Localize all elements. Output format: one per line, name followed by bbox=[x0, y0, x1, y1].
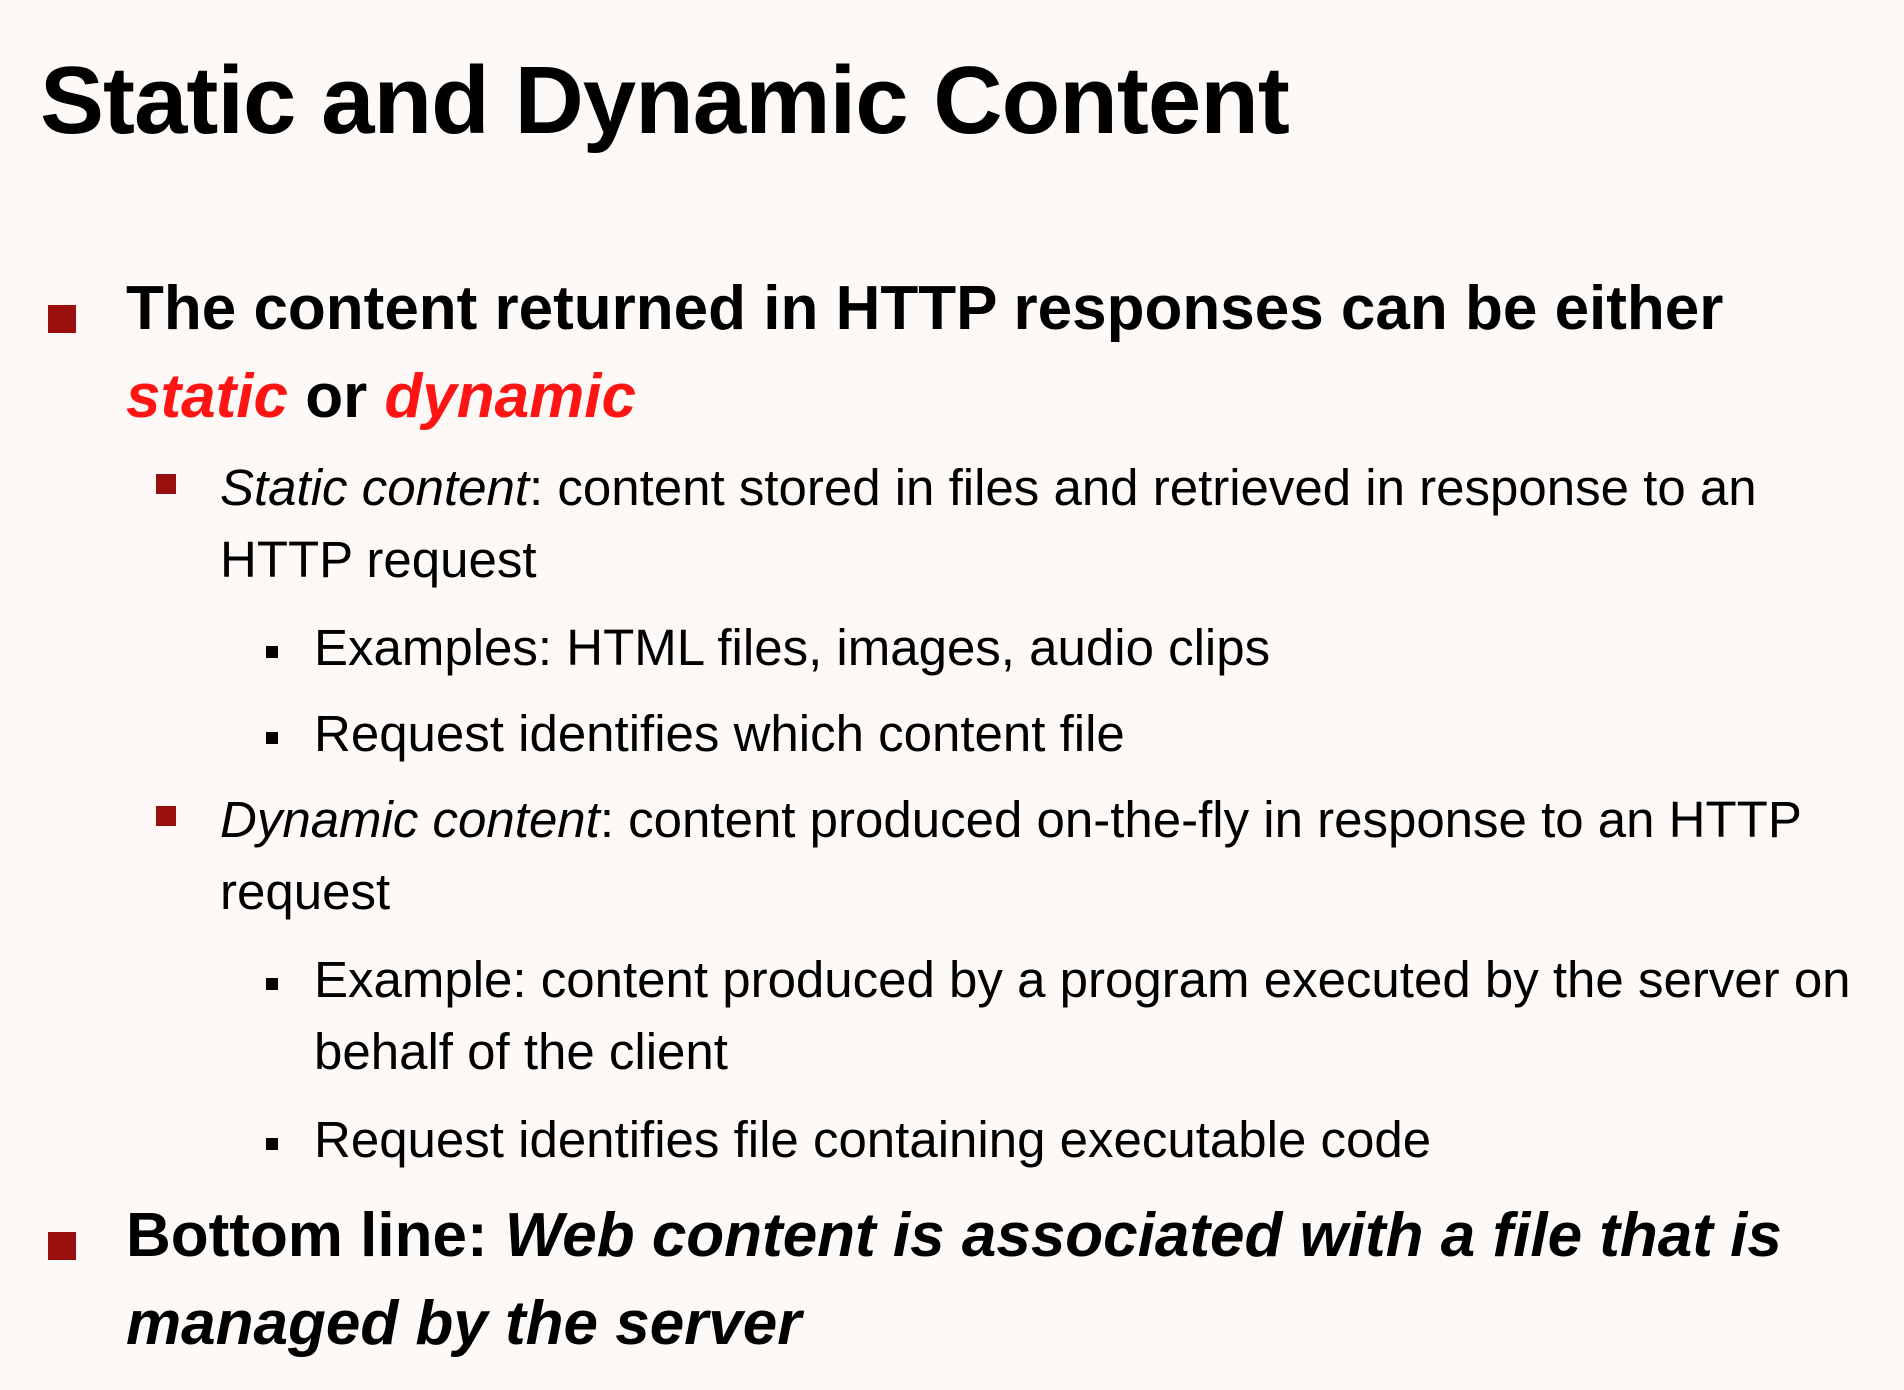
dynamic-word: dynamic bbox=[384, 362, 636, 431]
dynamic-content-term: Dynamic content bbox=[220, 791, 600, 848]
small-square-bullet-icon bbox=[266, 978, 278, 990]
small-square-bullet-icon bbox=[266, 732, 278, 744]
square-bullet-icon bbox=[48, 305, 76, 333]
bottom-line-label: Bottom line: bbox=[126, 1201, 505, 1270]
bullet-text: Request identifies which content file bbox=[314, 705, 1125, 762]
small-square-bullet-icon bbox=[266, 1138, 278, 1150]
bullet-text: The content returned in HTTP responses c… bbox=[126, 265, 1854, 441]
static-word: static bbox=[126, 362, 288, 431]
square-bullet-icon bbox=[156, 474, 176, 494]
slide: Static and Dynamic Content The content r… bbox=[0, 0, 1904, 1390]
slide-title: Static and Dynamic Content bbox=[40, 47, 1290, 154]
or-word: or bbox=[305, 362, 368, 431]
bullet-text: Static content: content stored in files … bbox=[220, 452, 1854, 596]
bullet-text: Dynamic content: content produced on-the… bbox=[220, 784, 1854, 928]
bullet-text: Examples: HTML files, images, audio clip… bbox=[314, 619, 1271, 676]
lead-text: The content returned in HTTP responses c… bbox=[126, 274, 1724, 343]
square-bullet-icon bbox=[156, 806, 176, 826]
square-bullet-icon bbox=[48, 1232, 76, 1260]
small-square-bullet-icon bbox=[266, 646, 278, 658]
bullet-text: Bottom line: Web content is associated w… bbox=[126, 1192, 1854, 1368]
static-content-term: Static content bbox=[220, 459, 530, 516]
bullet-text: Example: content produced by a program e… bbox=[314, 951, 1851, 1080]
bullet-text: Request identifies file containing execu… bbox=[314, 1111, 1432, 1168]
